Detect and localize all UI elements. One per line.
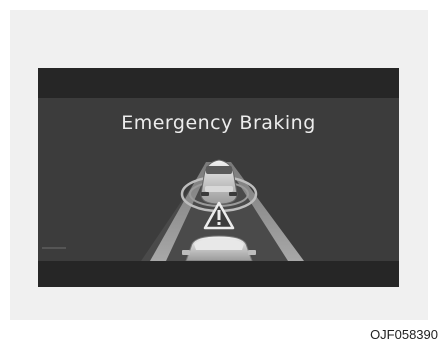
cluster-display: Emergency Braking <box>38 68 399 287</box>
road-scene <box>42 159 304 261</box>
display-bottom-bar <box>38 261 399 287</box>
figure-caption: OJF058390 <box>370 327 438 342</box>
display-top-bar <box>38 68 399 98</box>
